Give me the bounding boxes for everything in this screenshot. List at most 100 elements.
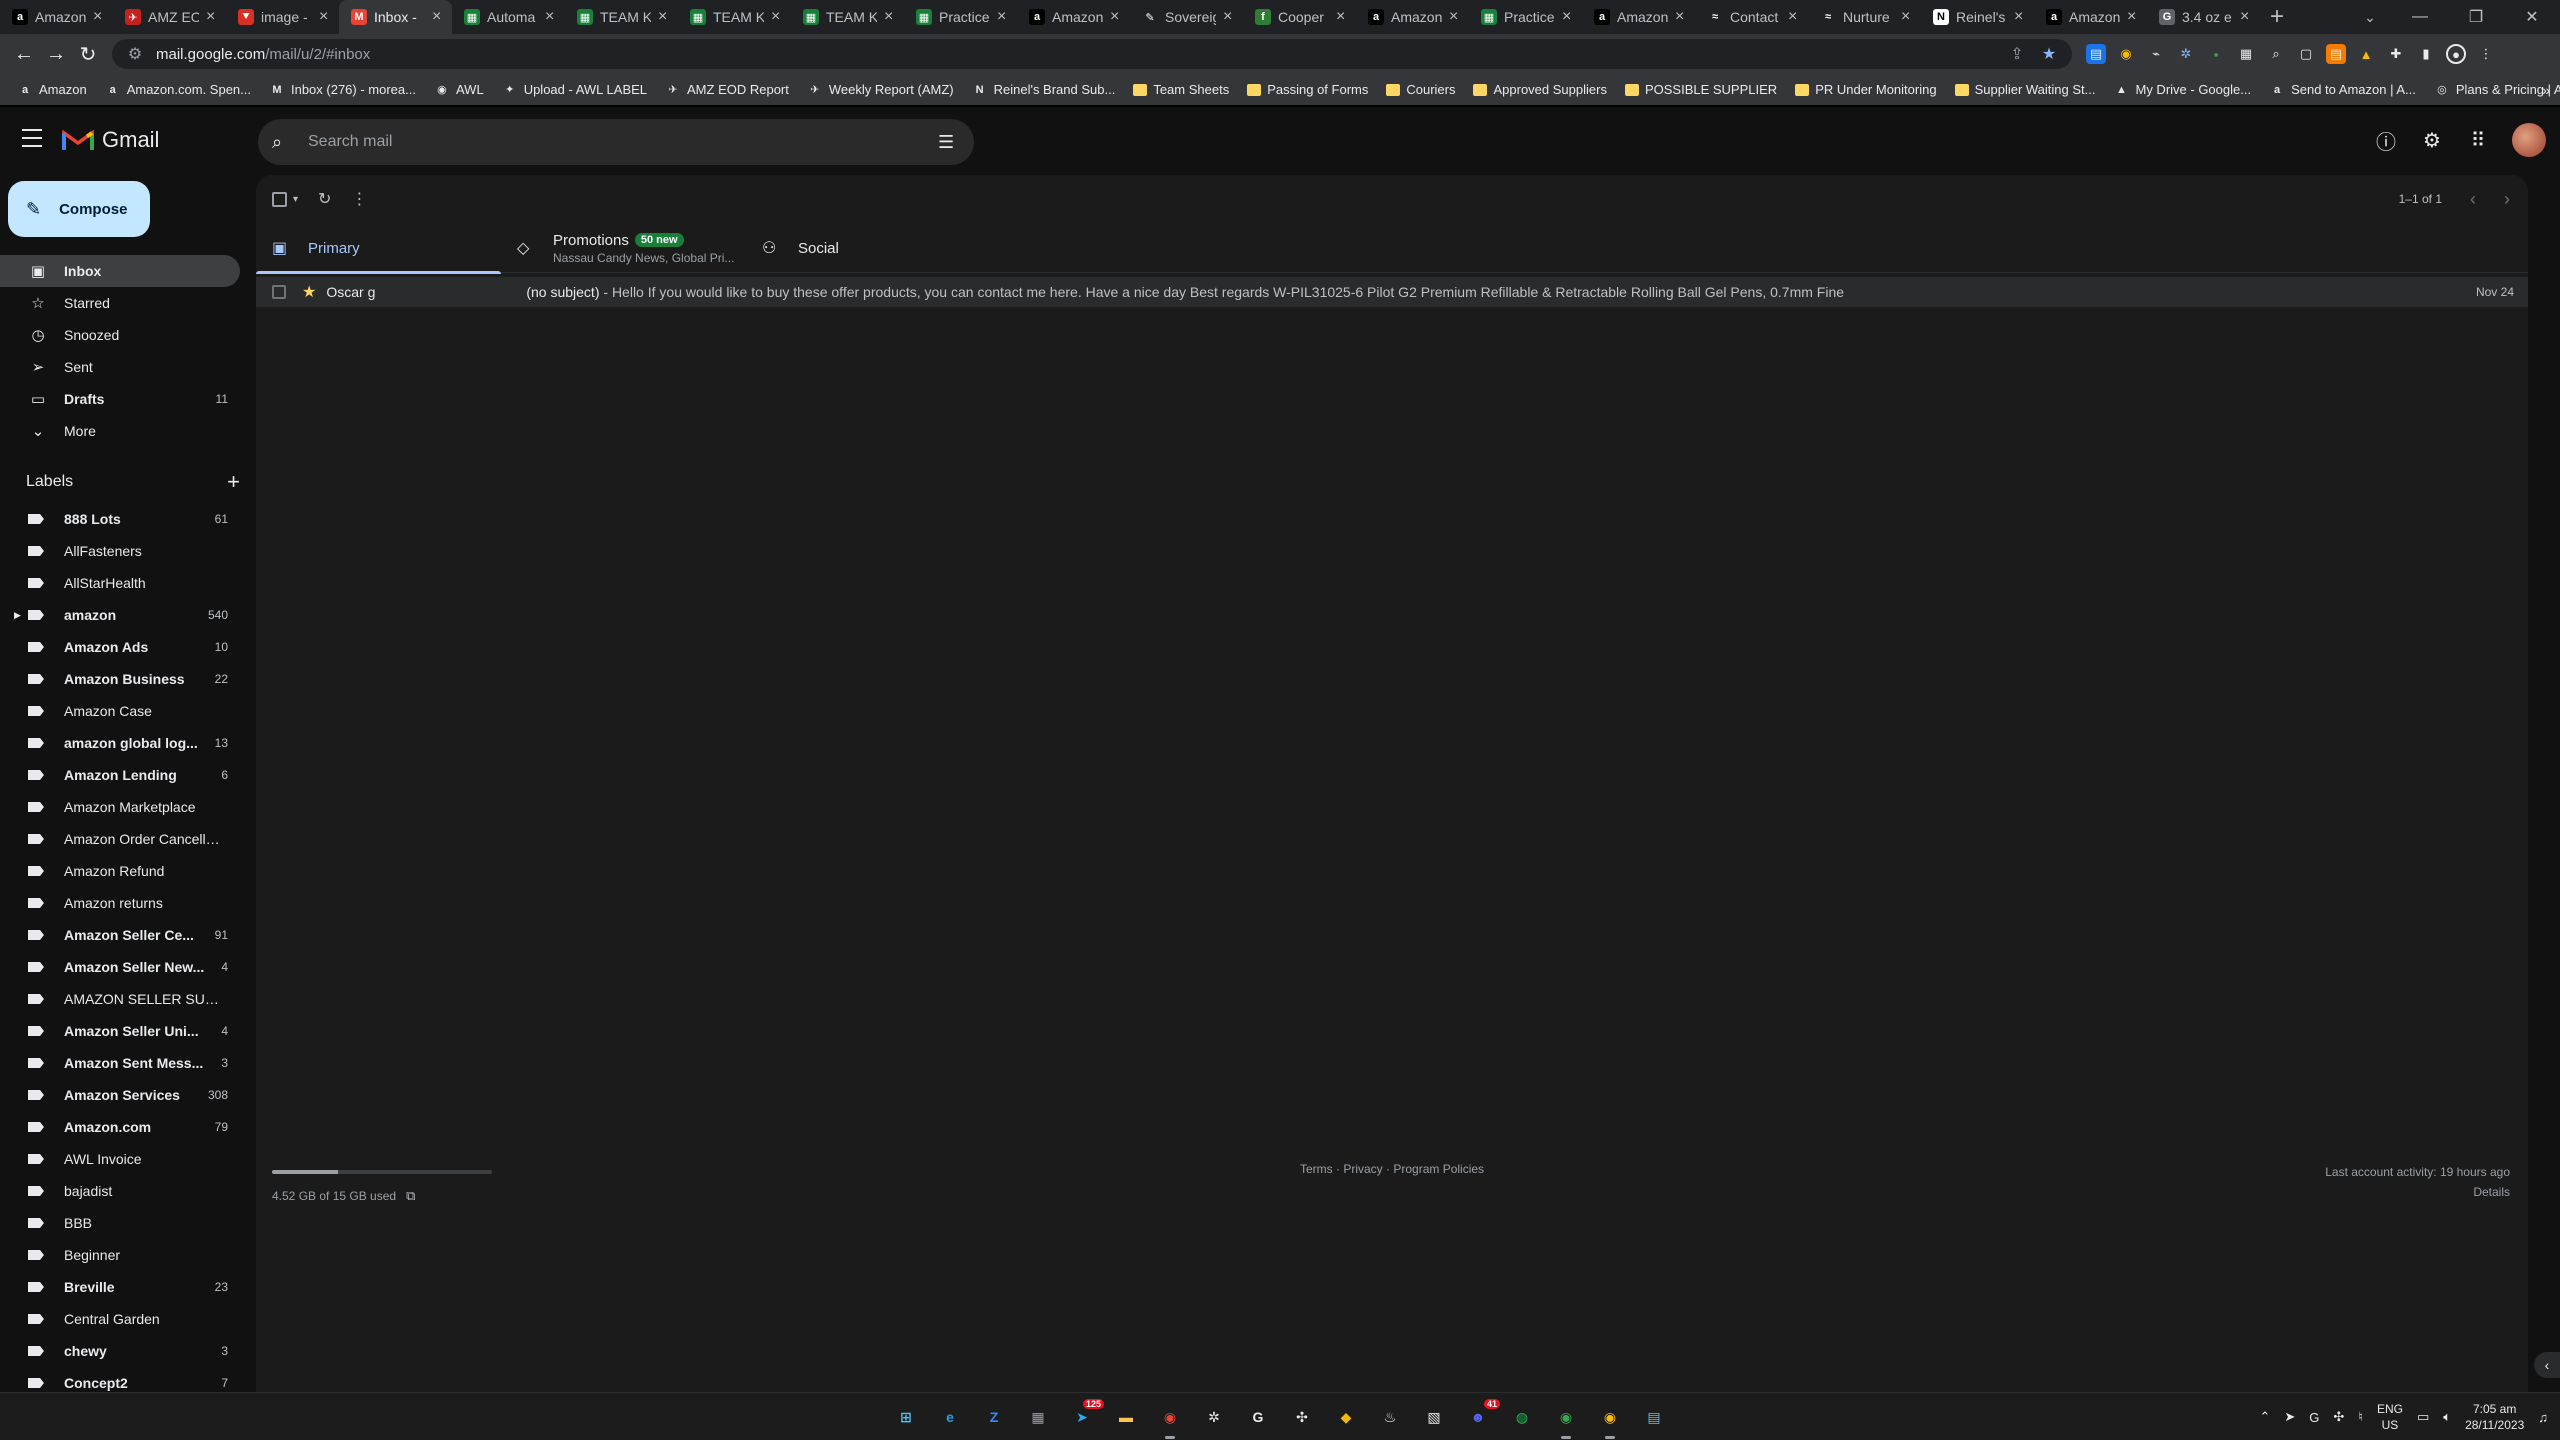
- browser-tab[interactable]: ▦ Automa ×: [452, 0, 565, 34]
- label-item[interactable]: Amazon Business 22: [0, 663, 256, 695]
- label-item[interactable]: Beginner: [0, 1239, 256, 1271]
- network-icon[interactable]: ▭: [2417, 1409, 2429, 1425]
- nav-item-inbox[interactable]: ▣ Inbox: [0, 255, 240, 287]
- taskbar-app-flower-icon[interactable]: ✣: [1286, 1401, 1318, 1433]
- extension-icon[interactable]: ⌕: [2266, 44, 2286, 64]
- clock[interactable]: 7:05 am 28/11/2023: [2465, 1401, 2524, 1433]
- browser-tab[interactable]: a Amazon ×: [1582, 0, 1695, 34]
- terms-link[interactable]: Terms: [1300, 1162, 1333, 1176]
- label-item[interactable]: 888 Lots 61: [0, 503, 256, 535]
- bookmark-folder[interactable]: Passing of Forms: [1240, 77, 1375, 103]
- bookmark-folder[interactable]: Team Sheets: [1126, 77, 1236, 103]
- taskbar-binance-icon[interactable]: ◆: [1330, 1401, 1362, 1433]
- taskbar-explorer-icon[interactable]: ▬: [1110, 1401, 1142, 1433]
- label-item[interactable]: AWL Invoice: [0, 1143, 256, 1175]
- label-item[interactable]: AllStarHealth: [0, 567, 256, 599]
- tab-search-icon[interactable]: ⌄: [2350, 0, 2390, 34]
- browser-tab[interactable]: ≈ Nurture ×: [1808, 0, 1921, 34]
- more-options-icon[interactable]: ⋮: [351, 189, 367, 209]
- taskbar-discord-icon[interactable]: ☻ 41: [1462, 1399, 1500, 1433]
- taskbar-app-g-icon[interactable]: G: [1242, 1401, 1274, 1433]
- label-item[interactable]: Concept2 7: [0, 1367, 256, 1392]
- tray-overflow-icon[interactable]: ⌃: [2259, 1409, 2270, 1425]
- gmail-logo[interactable]: Gmail: [62, 127, 159, 153]
- browser-tab[interactable]: a Amazon ×: [1356, 0, 1469, 34]
- label-item[interactable]: Amazon Seller Uni... 4: [0, 1015, 256, 1047]
- extension-icon[interactable]: ⌁: [2146, 44, 2166, 64]
- search-icon[interactable]: ⌕: [272, 132, 294, 153]
- bookmark-item[interactable]: N Reinel's Brand Sub...: [965, 77, 1123, 103]
- browser-tab[interactable]: a Amazon ×: [1017, 0, 1130, 34]
- label-item[interactable]: Amazon Lending 6: [0, 759, 256, 791]
- label-item[interactable]: Amazon Case: [0, 695, 256, 727]
- close-tab-icon[interactable]: ×: [93, 8, 105, 26]
- close-tab-icon[interactable]: ×: [1336, 8, 1348, 26]
- nav-item-starred[interactable]: ☆ Starred: [0, 287, 240, 319]
- browser-tab[interactable]: a Amazon ×: [0, 0, 113, 34]
- extension-icon[interactable]: ✲: [2176, 44, 2196, 64]
- label-item[interactable]: Amazon Marketplace: [0, 791, 256, 823]
- bookmark-folder[interactable]: Supplier Waiting St...: [1948, 77, 2103, 103]
- details-link[interactable]: Details: [2325, 1182, 2510, 1202]
- label-item[interactable]: chewy 3: [0, 1335, 256, 1367]
- account-avatar[interactable]: [2512, 123, 2546, 157]
- refresh-icon[interactable]: ↻: [318, 189, 331, 209]
- star-icon[interactable]: ★: [302, 282, 316, 302]
- tab-promotions[interactable]: ◇ Promotions 50 new Nassau Candy News, Glob…: [501, 223, 746, 273]
- extension-icon[interactable]: ▤: [2326, 44, 2346, 64]
- extensions-puzzle-icon[interactable]: ✚: [2386, 44, 2406, 64]
- side-panel-icon[interactable]: ▮: [2416, 44, 2436, 64]
- browser-tab[interactable]: ✈ AMZ EO ×: [113, 0, 226, 34]
- tray-app-icon[interactable]: G: [2309, 1410, 2319, 1425]
- main-menu-icon[interactable]: [22, 129, 46, 149]
- bookmark-item[interactable]: a Amazon.com. Spen...: [98, 77, 258, 103]
- bookmark-item[interactable]: ◎Plans & Pricing | A...: [2427, 77, 2560, 103]
- bookmark-item[interactable]: a Amazon: [10, 77, 94, 103]
- extension-icon[interactable]: ▢: [2296, 44, 2316, 64]
- bookmarks-overflow-icon[interactable]: »: [2542, 74, 2550, 106]
- bookmark-item[interactable]: M Inbox (276) - morea...: [262, 77, 423, 103]
- bookmark-folder[interactable]: Couriers: [1379, 77, 1462, 103]
- taskbar-notepad-icon[interactable]: ▤: [1638, 1401, 1670, 1433]
- extension-icon[interactable]: ◉: [2116, 44, 2136, 64]
- nav-item-more[interactable]: ⌄ More: [0, 415, 240, 447]
- label-item[interactable]: Amazon Order Cancella...: [0, 823, 256, 855]
- extension-icon[interactable]: ▦: [2236, 44, 2256, 64]
- label-item[interactable]: AMAZON SELLER SUPP...: [0, 983, 256, 1015]
- taskbar-calculator-icon[interactable]: ▦: [1022, 1401, 1054, 1433]
- browser-tab[interactable]: G 3.4 oz e ×: [2147, 0, 2260, 34]
- label-item[interactable]: ▶ amazon 540: [0, 599, 256, 631]
- browser-tab[interactable]: f Cooper ×: [1243, 0, 1356, 34]
- settings-gear-icon[interactable]: ⚙: [2420, 128, 2444, 152]
- label-item[interactable]: Amazon.com 79: [0, 1111, 256, 1143]
- side-panel-toggle-icon[interactable]: ‹: [2534, 1352, 2560, 1378]
- label-item[interactable]: Amazon Services 308: [0, 1079, 256, 1111]
- maximize-button[interactable]: ❐: [2448, 0, 2504, 34]
- email-row[interactable]: ★ Oscar g (no subject) - Hello If you woul…: [256, 277, 2528, 307]
- select-all-checkbox[interactable]: [272, 191, 287, 207]
- share-icon[interactable]: ⇪: [2006, 43, 2028, 65]
- browser-tab[interactable]: ▦ Practice ×: [904, 0, 1017, 34]
- close-tab-icon[interactable]: ×: [1788, 8, 1800, 26]
- taskbar-start-icon[interactable]: ⊞: [890, 1401, 922, 1433]
- back-button[interactable]: ←: [8, 38, 40, 70]
- tray-app-icon[interactable]: ➤: [2284, 1409, 2295, 1425]
- close-tab-icon[interactable]: ×: [2240, 8, 2252, 26]
- taskbar-telegram-icon[interactable]: ➤ 125: [1066, 1399, 1104, 1433]
- search-input[interactable]: Search mail: [308, 133, 924, 151]
- browser-tab[interactable]: ▦ TEAM K ×: [565, 0, 678, 34]
- taskbar-zoom-icon[interactable]: Z: [978, 1401, 1010, 1433]
- bookmark-item[interactable]: ✈ Weekly Report (AMZ): [800, 77, 961, 103]
- select-all-control[interactable]: ▾: [272, 191, 298, 207]
- reload-button[interactable]: ↻: [72, 38, 104, 70]
- label-item[interactable]: Amazon returns: [0, 887, 256, 919]
- program-policies-link[interactable]: Program Policies: [1393, 1162, 1484, 1176]
- close-tab-icon[interactable]: ×: [206, 8, 218, 26]
- apps-grid-icon[interactable]: ⠿: [2466, 128, 2490, 152]
- microphone-icon[interactable]: ♮: [2358, 1409, 2363, 1425]
- close-tab-icon[interactable]: ×: [884, 8, 896, 26]
- select-dropdown-icon[interactable]: ▾: [293, 194, 298, 205]
- taskbar-chrome-profile-icon[interactable]: ◉: [1550, 1401, 1582, 1439]
- label-item[interactable]: BBB: [0, 1207, 256, 1239]
- label-item[interactable]: Amazon Ads 10: [0, 631, 256, 663]
